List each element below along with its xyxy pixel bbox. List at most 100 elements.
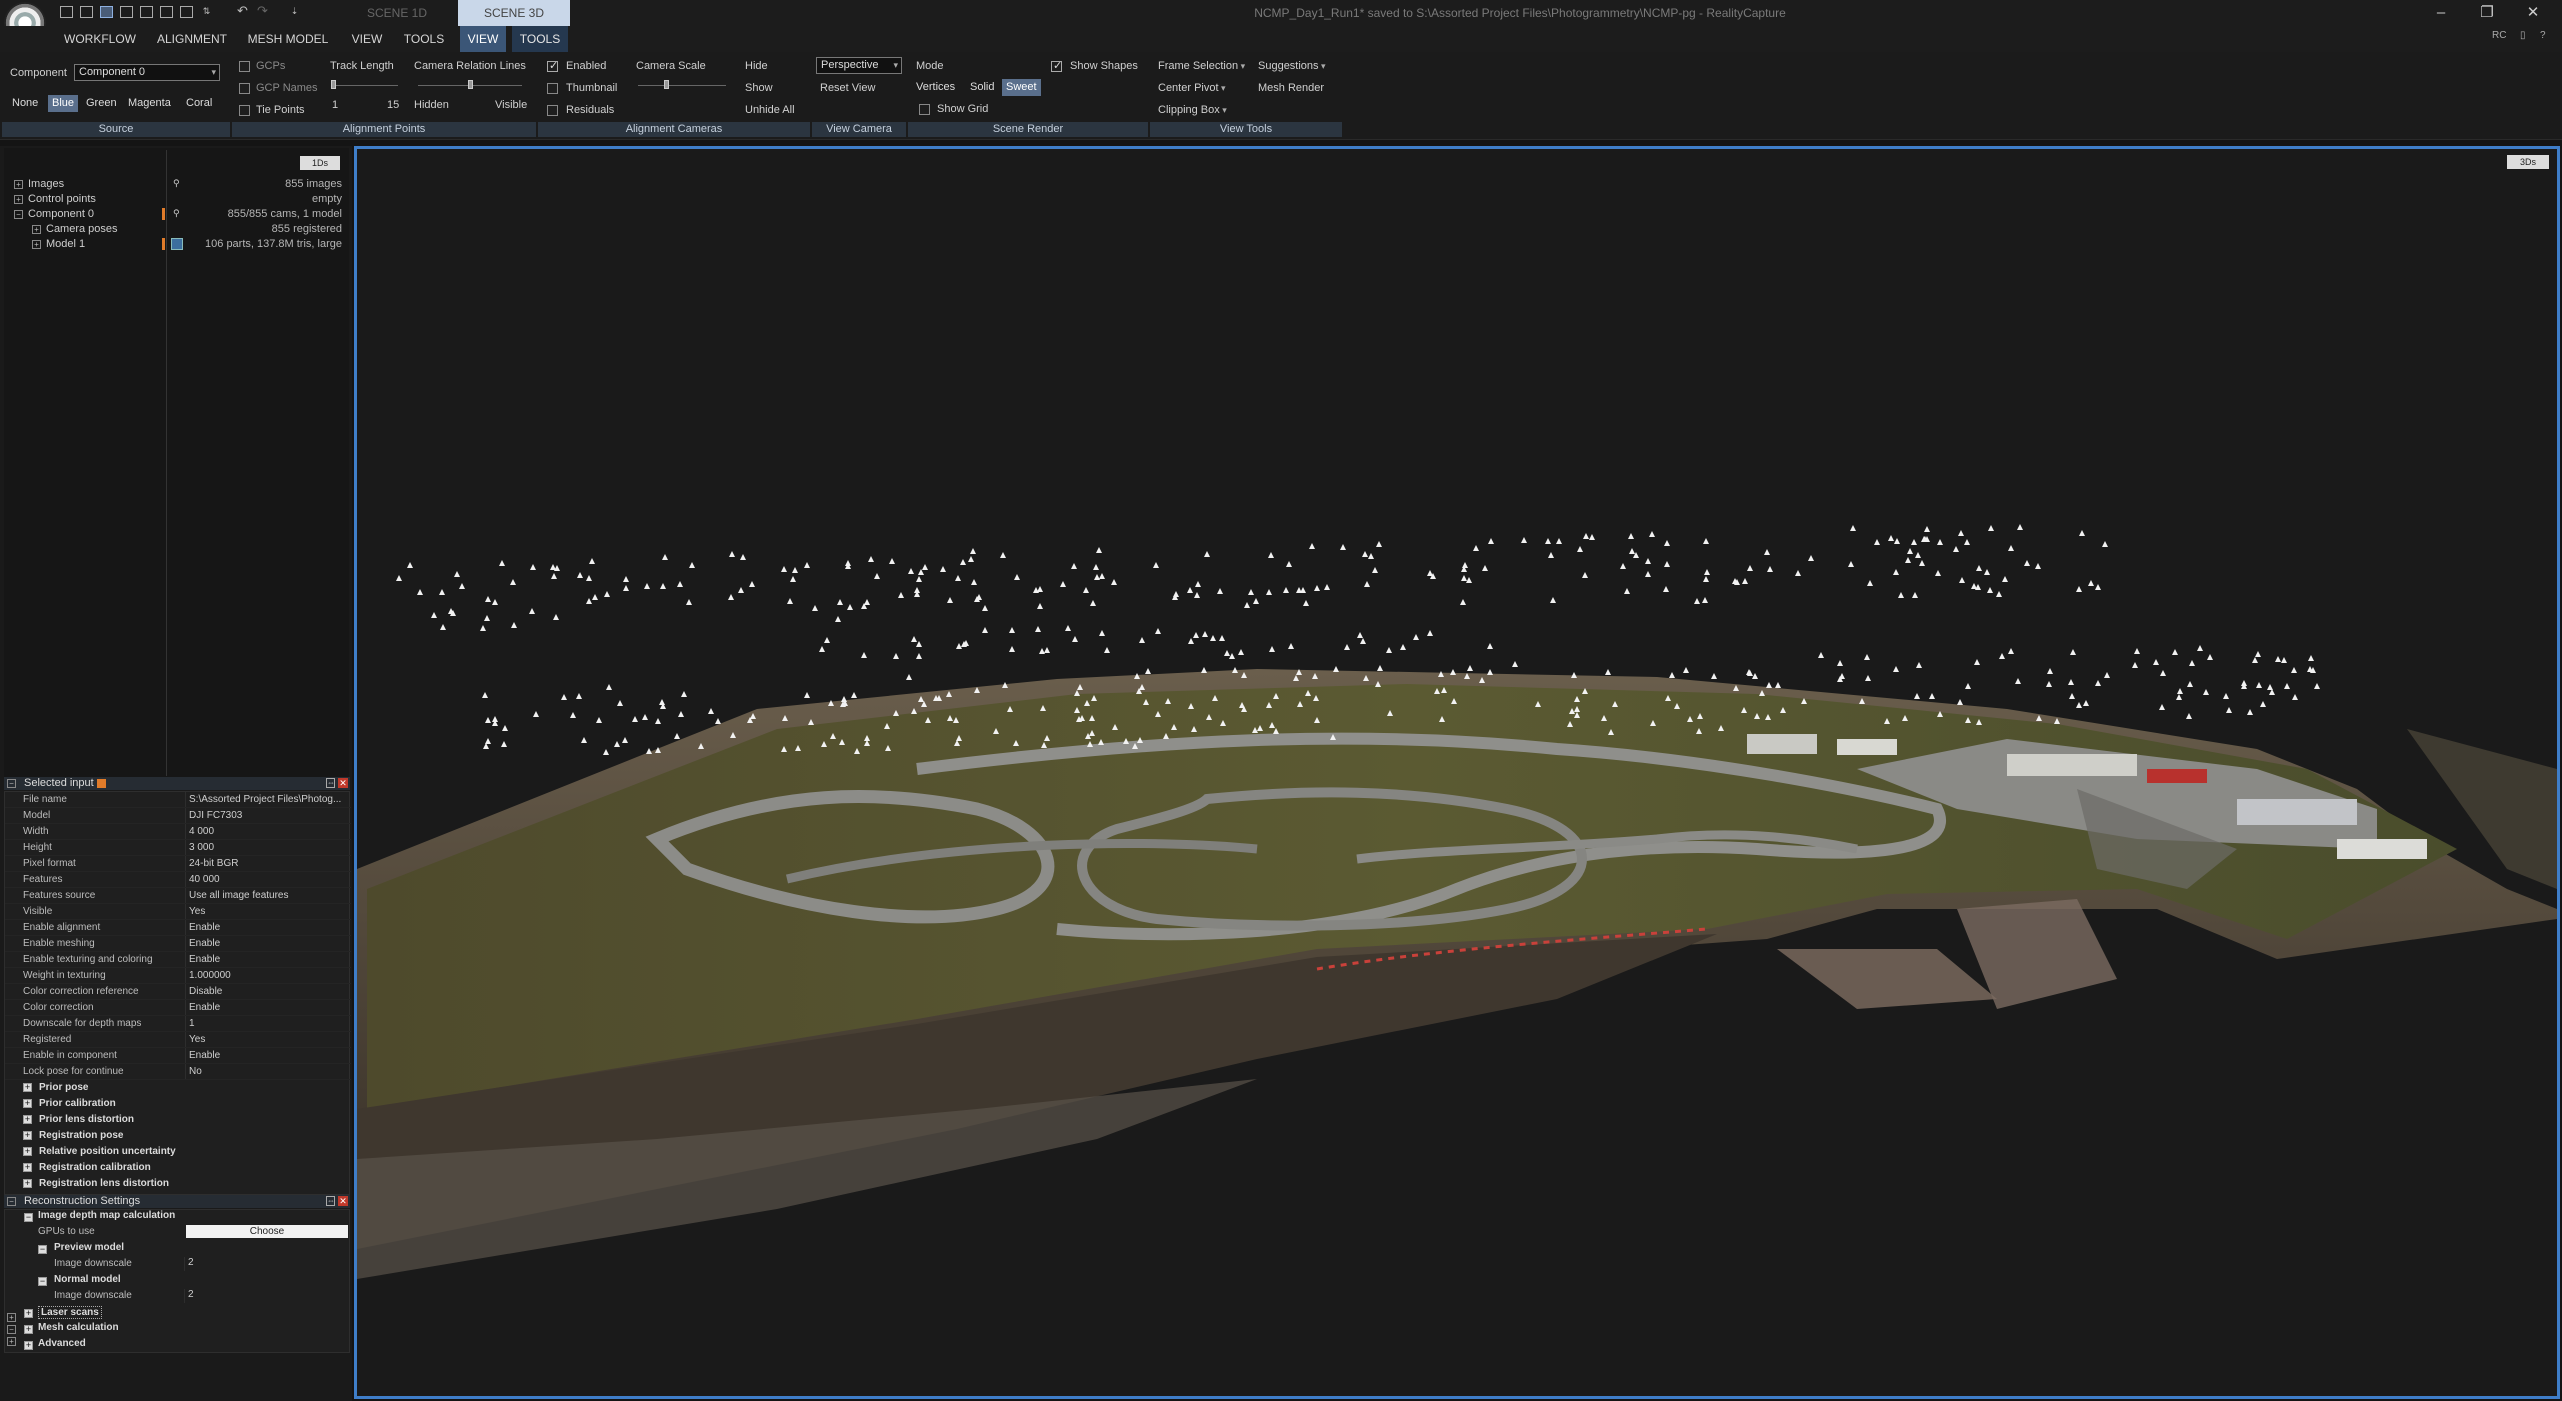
camera-marker[interactable] xyxy=(1313,695,1319,701)
menu-view[interactable]: VIEW xyxy=(342,26,392,52)
camera-marker[interactable] xyxy=(1202,631,1208,637)
camera-marker[interactable] xyxy=(2291,667,2297,673)
reset-settings-icon[interactable]: + xyxy=(7,1337,16,1346)
camera-marker[interactable] xyxy=(1451,698,1457,704)
camera-marker[interactable] xyxy=(1732,578,1738,584)
expand-control-points-icon[interactable]: + xyxy=(14,195,23,204)
camera-marker[interactable] xyxy=(1269,722,1275,728)
camera-marker[interactable] xyxy=(1874,539,1880,545)
camera-marker[interactable] xyxy=(837,599,843,605)
camera-marker[interactable] xyxy=(2008,545,2014,551)
camera-marker[interactable] xyxy=(492,720,498,726)
camera-marker[interactable] xyxy=(1965,717,1971,723)
camera-marker[interactable] xyxy=(1314,717,1320,723)
camera-marker[interactable] xyxy=(1400,644,1406,650)
camera-marker[interactable] xyxy=(940,566,946,572)
camera-marker[interactable] xyxy=(835,616,841,622)
reconstruction-undock-icon[interactable]: ⇔ xyxy=(326,1196,335,1206)
camera-marker[interactable] xyxy=(1155,711,1161,717)
property-value[interactable]: Use all image features xyxy=(185,888,349,903)
minimize-icon[interactable]: – xyxy=(2418,0,2464,26)
tree-item-camera-poses[interactable]: Camera poses xyxy=(46,223,118,235)
camera-marker[interactable] xyxy=(1074,690,1080,696)
reconstruction-close-icon[interactable]: ✕ xyxy=(338,1196,348,1206)
camera-marker[interactable] xyxy=(893,653,899,659)
camera-marker[interactable] xyxy=(1733,685,1739,691)
camera-marker[interactable] xyxy=(1919,560,1925,566)
camera-marker[interactable] xyxy=(795,745,801,751)
camera-marker[interactable] xyxy=(1163,733,1169,739)
camera-marker[interactable] xyxy=(1413,634,1419,640)
camera-marker[interactable] xyxy=(1601,715,1607,721)
property-value[interactable]: 24-bit BGR xyxy=(185,856,349,871)
tie-points-checkbox[interactable] xyxy=(239,105,250,116)
camera-marker[interactable] xyxy=(1780,707,1786,713)
property-value[interactable]: Enable xyxy=(185,1048,349,1063)
camera-marker[interactable] xyxy=(1837,676,1843,682)
layout-4-icon[interactable] xyxy=(160,6,173,18)
camera-marker[interactable] xyxy=(2176,694,2182,700)
unhide-all-button[interactable]: Unhide All xyxy=(745,104,795,116)
camera-marker[interactable] xyxy=(485,596,491,602)
camera-marker[interactable] xyxy=(1040,705,1046,711)
thumbnail-checkbox[interactable] xyxy=(547,83,558,94)
camera-marker[interactable] xyxy=(2310,667,2316,673)
camera-marker[interactable] xyxy=(529,608,535,614)
camera-marker[interactable] xyxy=(1441,687,1447,693)
camera-marker[interactable] xyxy=(644,583,650,589)
camera-marker[interactable] xyxy=(1702,597,1708,603)
camera-marker[interactable] xyxy=(925,717,931,723)
camera-marker[interactable] xyxy=(1487,669,1493,675)
camera-marker[interactable] xyxy=(606,684,612,690)
camera-marker[interactable] xyxy=(830,733,836,739)
property-group[interactable]: Relative position uncertainty xyxy=(39,1144,176,1160)
camera-marker[interactable] xyxy=(864,740,870,746)
camera-marker[interactable] xyxy=(1837,660,1843,666)
property-row[interactable]: Weight in texturing 1.000000 xyxy=(5,968,351,984)
camera-marker[interactable] xyxy=(2260,701,2266,707)
camera-marker[interactable] xyxy=(1375,681,1381,687)
camera-marker[interactable] xyxy=(1283,587,1289,593)
close-icon[interactable]: ✕ xyxy=(2510,0,2556,26)
camera-marker[interactable] xyxy=(1669,672,1675,678)
camera-marker[interactable] xyxy=(1645,558,1651,564)
property-row[interactable]: Height 3 000 xyxy=(5,840,351,856)
selected-input-filter-icon[interactable] xyxy=(97,779,106,788)
reset-view-button[interactable]: Reset View xyxy=(820,82,875,94)
camera-marker[interactable] xyxy=(2132,662,2138,668)
camera-marker[interactable] xyxy=(828,700,834,706)
camera-marker[interactable] xyxy=(1924,526,1930,532)
camera-marker[interactable] xyxy=(845,563,851,569)
camera-marker[interactable] xyxy=(2036,715,2042,721)
camera-marker[interactable] xyxy=(1850,525,1856,531)
collapse-normal-model-icon[interactable]: − xyxy=(38,1277,47,1286)
camera-marker[interactable] xyxy=(1238,649,1244,655)
mode-sweet-button[interactable]: Sweet xyxy=(1002,79,1041,96)
camera-marker[interactable] xyxy=(681,691,687,697)
property-row[interactable]: Registered Yes xyxy=(5,1032,351,1048)
camera-marker[interactable] xyxy=(581,737,587,743)
camera-marker[interactable] xyxy=(1999,653,2005,659)
camera-marker[interactable] xyxy=(750,713,756,719)
camera-marker[interactable] xyxy=(596,717,602,723)
show-grid-checkbox[interactable] xyxy=(919,104,930,115)
camera-marker[interactable] xyxy=(2226,707,2232,713)
camera-marker[interactable] xyxy=(2068,679,2074,685)
camera-marker[interactable] xyxy=(1608,729,1614,735)
camera-marker[interactable] xyxy=(918,696,924,702)
property-row[interactable]: Pixel format 24-bit BGR xyxy=(5,856,351,872)
camera-marker[interactable] xyxy=(2083,700,2089,706)
tab-scene-3d[interactable]: SCENE 3D xyxy=(458,0,570,26)
camera-marker[interactable] xyxy=(982,605,988,611)
property-value[interactable]: Yes xyxy=(185,904,349,919)
camera-marker[interactable] xyxy=(440,624,446,630)
camera-marker[interactable] xyxy=(2160,670,2166,676)
camera-marker[interactable] xyxy=(1912,592,1918,598)
track-length-knob[interactable] xyxy=(331,80,336,89)
camera-marker[interactable] xyxy=(1368,553,1374,559)
camera-marker[interactable] xyxy=(2047,668,2053,674)
camera-marker[interactable] xyxy=(1210,635,1216,641)
camera-marker[interactable] xyxy=(1305,690,1311,696)
camera-marker[interactable] xyxy=(623,576,629,582)
camera-marker[interactable] xyxy=(454,571,460,577)
